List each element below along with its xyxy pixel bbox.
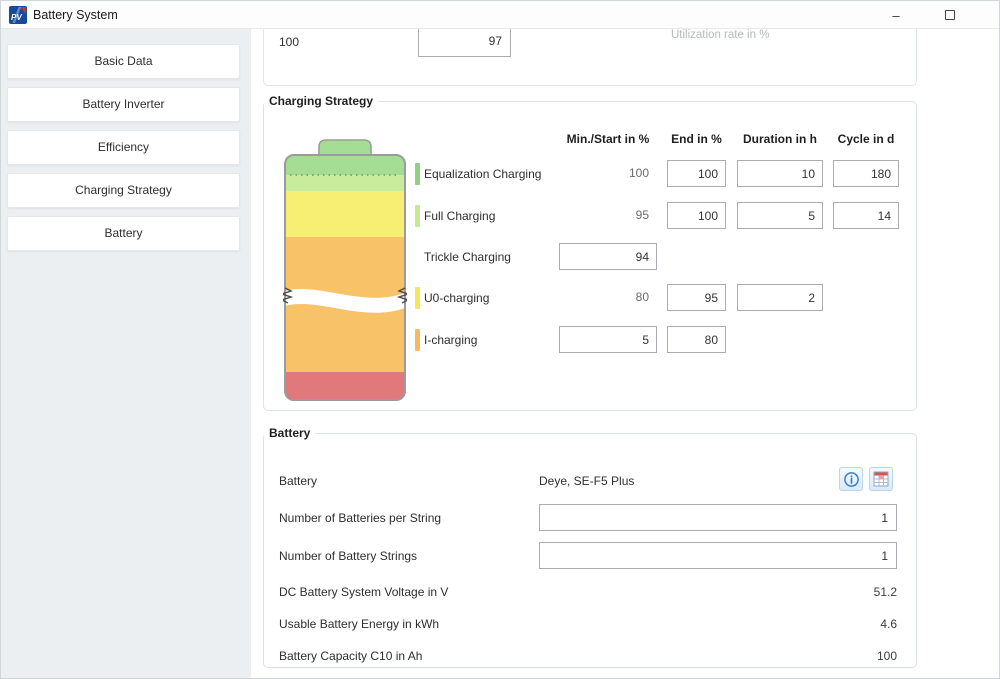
sidebar-item-basic-data[interactable]: Basic Data <box>7 44 240 79</box>
svg-text:PV: PV <box>11 13 22 22</box>
battery-info-button[interactable] <box>839 467 863 491</box>
full-charging-min-start-value: 95 <box>559 202 657 229</box>
sidebar-item-battery-inverter[interactable]: Battery Inverter <box>7 87 240 122</box>
column-header-end: End in % <box>659 132 734 146</box>
i-charging-label: I-charging <box>424 333 477 347</box>
equalization-duration-input[interactable] <box>737 160 823 187</box>
full-charging-label: Full Charging <box>424 209 495 223</box>
minimize-button[interactable]: – <box>873 1 919 29</box>
column-header-duration: Duration in h <box>733 132 827 146</box>
battery-database-button[interactable] <box>869 467 893 491</box>
window-title: Battery System <box>33 8 118 22</box>
u0-charging-marker <box>415 287 420 309</box>
efficiency-card-partial: 100 <box>263 29 917 86</box>
dc-voltage-value: 51.2 <box>539 585 897 599</box>
sidebar-item-battery[interactable]: Battery <box>7 216 240 251</box>
full-charging-marker <box>415 205 420 227</box>
trickle-charging-min-start-input[interactable] <box>559 243 657 270</box>
charging-strategy-title: Charging Strategy <box>264 94 378 108</box>
utilization-input[interactable] <box>418 29 511 57</box>
batteries-per-string-label: Number of Batteries per String <box>279 511 441 525</box>
sidebar: Basic Data Battery Inverter Efficiency C… <box>1 29 251 679</box>
charging-strategy-group: Charging Strategy <box>263 94 917 411</box>
main-panel: 100 Utilization rate in % Charging Strat… <box>251 29 1000 679</box>
utilization-caption: Utilization rate in % <box>671 29 769 41</box>
sidebar-item-efficiency[interactable]: Efficiency <box>7 130 240 165</box>
column-header-cycle: Cycle in d <box>827 132 905 146</box>
equalization-label: Equalization Charging <box>424 167 541 181</box>
batteries-per-string-input[interactable] <box>539 504 897 531</box>
battery-strings-label: Number of Battery Strings <box>279 549 417 563</box>
trickle-charging-label: Trickle Charging <box>424 250 511 264</box>
capacity-c10-value: 100 <box>539 649 897 663</box>
utilization-static-value: 100 <box>279 35 299 49</box>
info-icon <box>843 471 860 488</box>
equalization-min-start-value: 100 <box>559 160 657 187</box>
battery-model-value: Deye, SE-F5 Plus <box>539 474 634 488</box>
u0-charging-end-input[interactable] <box>667 284 726 311</box>
i-charging-marker <box>415 329 420 351</box>
equalization-end-input[interactable] <box>667 160 726 187</box>
app-logo-icon: PV <box>9 6 27 24</box>
u0-charging-min-start-value: 80 <box>559 284 657 311</box>
minimize-icon: – <box>892 8 899 23</box>
battery-system-window: PV Battery System – ✕ Basic Data Battery… <box>0 0 1000 679</box>
maximize-icon <box>945 10 955 20</box>
battery-model-label: Battery <box>279 474 317 488</box>
u0-charging-duration-input[interactable] <box>737 284 823 311</box>
usable-energy-label: Usable Battery Energy in kWh <box>279 617 439 631</box>
full-charging-end-input[interactable] <box>667 202 726 229</box>
battery-strings-input[interactable] <box>539 542 897 569</box>
full-charging-duration-input[interactable] <box>737 202 823 229</box>
i-charging-min-start-input[interactable] <box>559 326 657 353</box>
capacity-c10-label: Battery Capacity C10 in Ah <box>279 649 422 663</box>
dc-voltage-label: DC Battery System Voltage in V <box>279 585 448 599</box>
titlebar: PV Battery System – ✕ <box>1 1 1000 29</box>
column-header-min-start: Min./Start in % <box>555 132 661 146</box>
usable-energy-value: 4.6 <box>539 617 897 631</box>
sidebar-item-charging-strategy[interactable]: Charging Strategy <box>7 173 240 208</box>
full-charging-cycle-input[interactable] <box>833 202 899 229</box>
i-charging-end-input[interactable] <box>667 326 726 353</box>
u0-charging-label: U0-charging <box>424 291 489 305</box>
close-button[interactable]: ✕ <box>981 1 1000 29</box>
maximize-button[interactable] <box>927 1 973 29</box>
equalization-marker <box>415 163 420 185</box>
battery-illustration <box>283 138 407 402</box>
battery-group-title: Battery <box>264 426 315 440</box>
battery-group: Battery Battery Deye, SE-F5 Plus <box>263 426 917 668</box>
equalization-cycle-input[interactable] <box>833 160 899 187</box>
table-icon <box>873 471 889 487</box>
